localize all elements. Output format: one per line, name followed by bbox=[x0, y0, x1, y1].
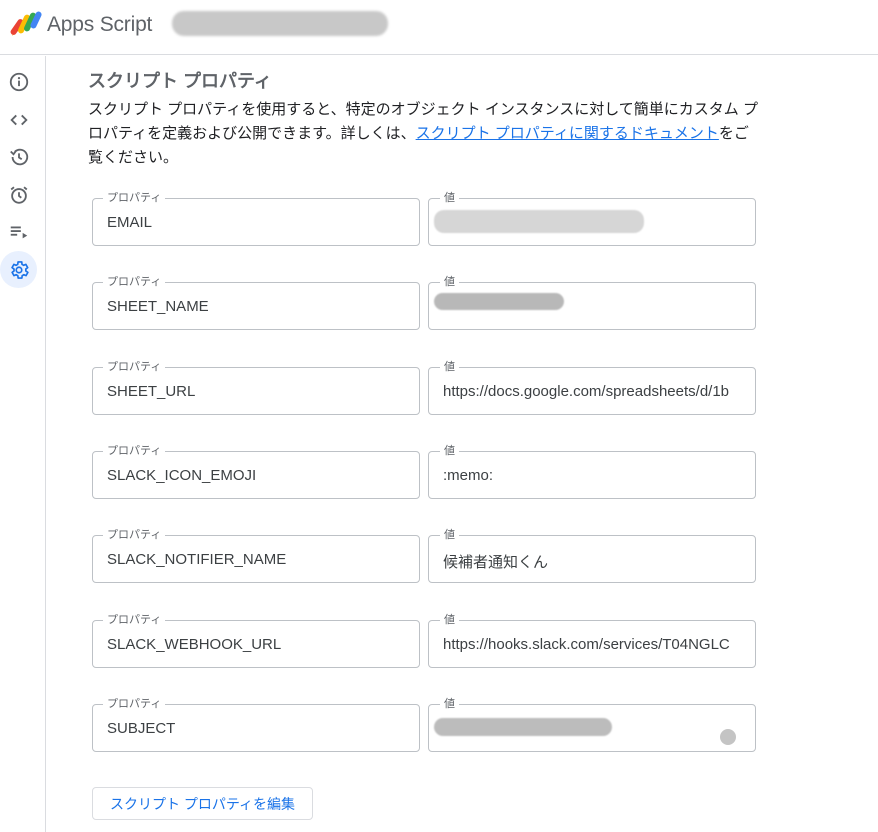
apps-script-logo-icon[interactable] bbox=[10, 10, 42, 38]
property-label: プロパティ bbox=[103, 360, 166, 374]
history-icon bbox=[9, 148, 28, 165]
property-label: プロパティ bbox=[103, 613, 166, 627]
property-label: プロパティ bbox=[103, 528, 166, 542]
property-row: プロパティ SUBJECT 値 bbox=[92, 697, 756, 752]
value-label: 値 bbox=[440, 360, 459, 374]
sidebar-item-executions[interactable] bbox=[0, 213, 37, 250]
property-label: プロパティ bbox=[103, 444, 166, 458]
property-key: SHEET_URL bbox=[107, 383, 196, 400]
property-key: EMAIL bbox=[107, 214, 153, 231]
property-label: プロパティ bbox=[103, 275, 166, 289]
property-value-field[interactable]: 値 https://docs.google.com/spreadsheets/d… bbox=[428, 360, 756, 415]
alarm-icon bbox=[10, 186, 27, 204]
property-label: プロパティ bbox=[103, 191, 166, 205]
property-value-field[interactable]: 値 bbox=[428, 697, 756, 752]
sidebar-item-overview[interactable] bbox=[0, 63, 37, 100]
redacted-value bbox=[434, 210, 644, 233]
code-icon bbox=[9, 114, 28, 125]
value-label: 値 bbox=[440, 528, 459, 542]
property-row: プロパティ SLACK_NOTIFIER_NAME 値 候補者通知くん bbox=[92, 528, 756, 583]
property-value: https://docs.google.com/spreadsheets/d/1… bbox=[443, 383, 730, 400]
property-value: :memo: bbox=[443, 467, 494, 484]
value-label: 値 bbox=[440, 613, 459, 627]
property-key-field[interactable]: プロパティ SLACK_NOTIFIER_NAME bbox=[92, 528, 420, 583]
property-value: https://hooks.slack.com/services/T04NGLC bbox=[443, 636, 730, 653]
value-label: 値 bbox=[440, 191, 459, 205]
property-key-field[interactable]: プロパティ EMAIL bbox=[92, 191, 420, 246]
playlist-icon bbox=[10, 226, 27, 238]
sidebar-item-settings[interactable] bbox=[0, 251, 37, 288]
property-value: 候補者通知くん bbox=[443, 554, 549, 571]
property-key-field[interactable]: プロパティ SLACK_ICON_EMOJI bbox=[92, 444, 420, 499]
left-sidebar bbox=[0, 56, 46, 832]
page-title: スクリプト プロパティ bbox=[88, 71, 272, 91]
property-value-field[interactable]: 値 bbox=[428, 191, 756, 246]
description: スクリプト プロパティを使用すると、特定のオブジェクト インスタンスに対して簡単… bbox=[88, 98, 760, 170]
sidebar-item-history[interactable] bbox=[0, 138, 37, 175]
info-icon bbox=[9, 72, 28, 91]
property-value-field[interactable]: 値 https://hooks.slack.com/services/T04NG… bbox=[428, 613, 756, 668]
property-key: SUBJECT bbox=[107, 720, 176, 737]
property-value-field[interactable]: 値 bbox=[428, 275, 756, 330]
property-label: プロパティ bbox=[103, 697, 166, 711]
sidebar-item-editor[interactable] bbox=[0, 101, 37, 138]
property-row: プロパティ EMAIL 値 bbox=[92, 191, 756, 246]
project-name-redacted[interactable] bbox=[172, 11, 388, 36]
property-key: SHEET_NAME bbox=[107, 298, 209, 315]
property-key-field[interactable]: プロパティ SLACK_WEBHOOK_URL bbox=[92, 613, 420, 668]
app-header: Apps Script bbox=[0, 0, 878, 55]
property-row: プロパティ SHEET_URL 値 https://docs.google.co… bbox=[92, 360, 756, 415]
property-row: プロパティ SHEET_NAME 値 bbox=[92, 275, 756, 330]
app-title: Apps Script bbox=[47, 13, 153, 36]
redacted-dot bbox=[720, 729, 736, 745]
property-key: SLACK_ICON_EMOJI bbox=[107, 467, 257, 484]
redacted-value bbox=[434, 718, 612, 736]
property-key-field[interactable]: プロパティ SHEET_NAME bbox=[92, 275, 420, 330]
value-label: 値 bbox=[440, 697, 459, 711]
edit-script-properties-button[interactable]: スクリプト プロパティを編集 bbox=[92, 787, 313, 820]
property-row: プロパティ SLACK_WEBHOOK_URL 値 https://hooks.… bbox=[92, 613, 756, 668]
redacted-value bbox=[434, 293, 564, 310]
sidebar-item-triggers[interactable] bbox=[0, 176, 37, 213]
property-key-field[interactable]: プロパティ SUBJECT bbox=[92, 697, 420, 752]
property-key-field[interactable]: プロパティ SHEET_URL bbox=[92, 360, 420, 415]
value-label: 値 bbox=[440, 444, 459, 458]
property-value-field[interactable]: 値 候補者通知くん bbox=[428, 528, 756, 583]
property-value-field[interactable]: 値 :memo: bbox=[428, 444, 756, 499]
gear-icon bbox=[10, 260, 29, 279]
property-key: SLACK_NOTIFIER_NAME bbox=[107, 551, 287, 568]
documentation-link[interactable]: スクリプト プロパティに関するドキュメント bbox=[416, 125, 719, 142]
property-key: SLACK_WEBHOOK_URL bbox=[107, 636, 282, 653]
value-label: 値 bbox=[440, 275, 459, 289]
property-row: プロパティ SLACK_ICON_EMOJI 値 :memo: bbox=[92, 444, 756, 499]
